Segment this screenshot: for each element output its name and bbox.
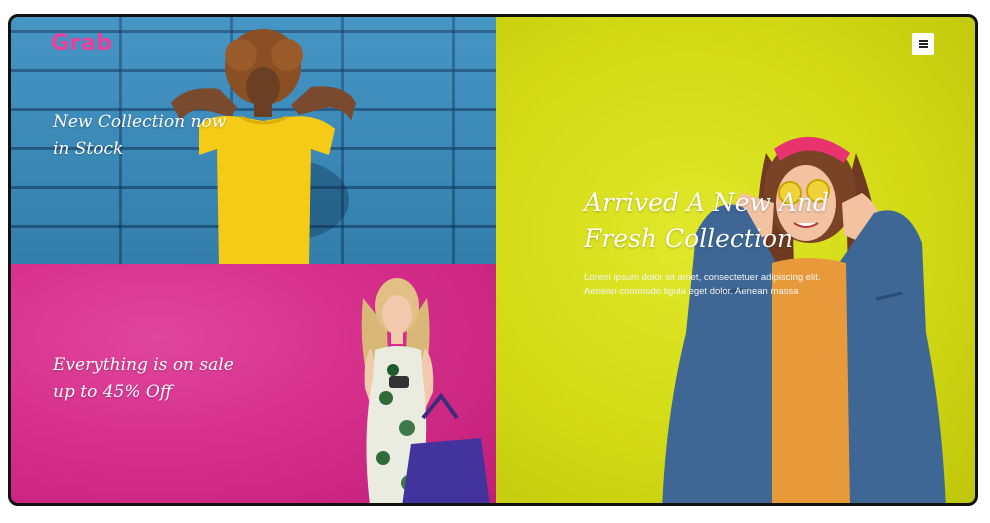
- banner-new-collection[interactable]: Grab New Collection now in Stock: [11, 17, 496, 264]
- heading-line-1: Everything is on sale: [53, 355, 234, 375]
- heading-line-1: Arrived A New And: [584, 188, 829, 217]
- brand-logo[interactable]: Grab: [51, 31, 113, 56]
- model-photo-floral-dress: [341, 268, 496, 503]
- banner-sale[interactable]: Everything is on sale up to 45% Off: [11, 264, 496, 503]
- hamburger-menu-icon: [918, 40, 928, 48]
- banner-heading: Arrived A New And Fresh Collection: [584, 185, 864, 257]
- banner-fresh-collection[interactable]: Arrived A New And Fresh Collection Lorem…: [496, 17, 975, 503]
- hero-grid: Grab New Collection now in Stock Everyth…: [8, 14, 978, 506]
- description-line-2: Aenean commodo ligula eget dolor. Aenean…: [584, 286, 799, 297]
- heading-line-2: in Stock: [53, 139, 124, 159]
- banner-heading: New Collection now in Stock: [53, 109, 253, 163]
- model-photo-denim-jacket: [596, 113, 956, 503]
- description-line-1: Lorem ipsum dolor sit amet, consectetuer…: [584, 272, 821, 283]
- menu-button[interactable]: [912, 33, 934, 55]
- banner-description: Lorem ipsum dolor sit amet, consectetuer…: [584, 271, 914, 299]
- banner-heading: Everything is on sale up to 45% Off: [53, 352, 273, 406]
- heading-line-1: New Collection now: [53, 112, 227, 132]
- heading-line-2: up to 45% Off: [53, 382, 172, 402]
- heading-line-2: Fresh Collection: [584, 224, 794, 253]
